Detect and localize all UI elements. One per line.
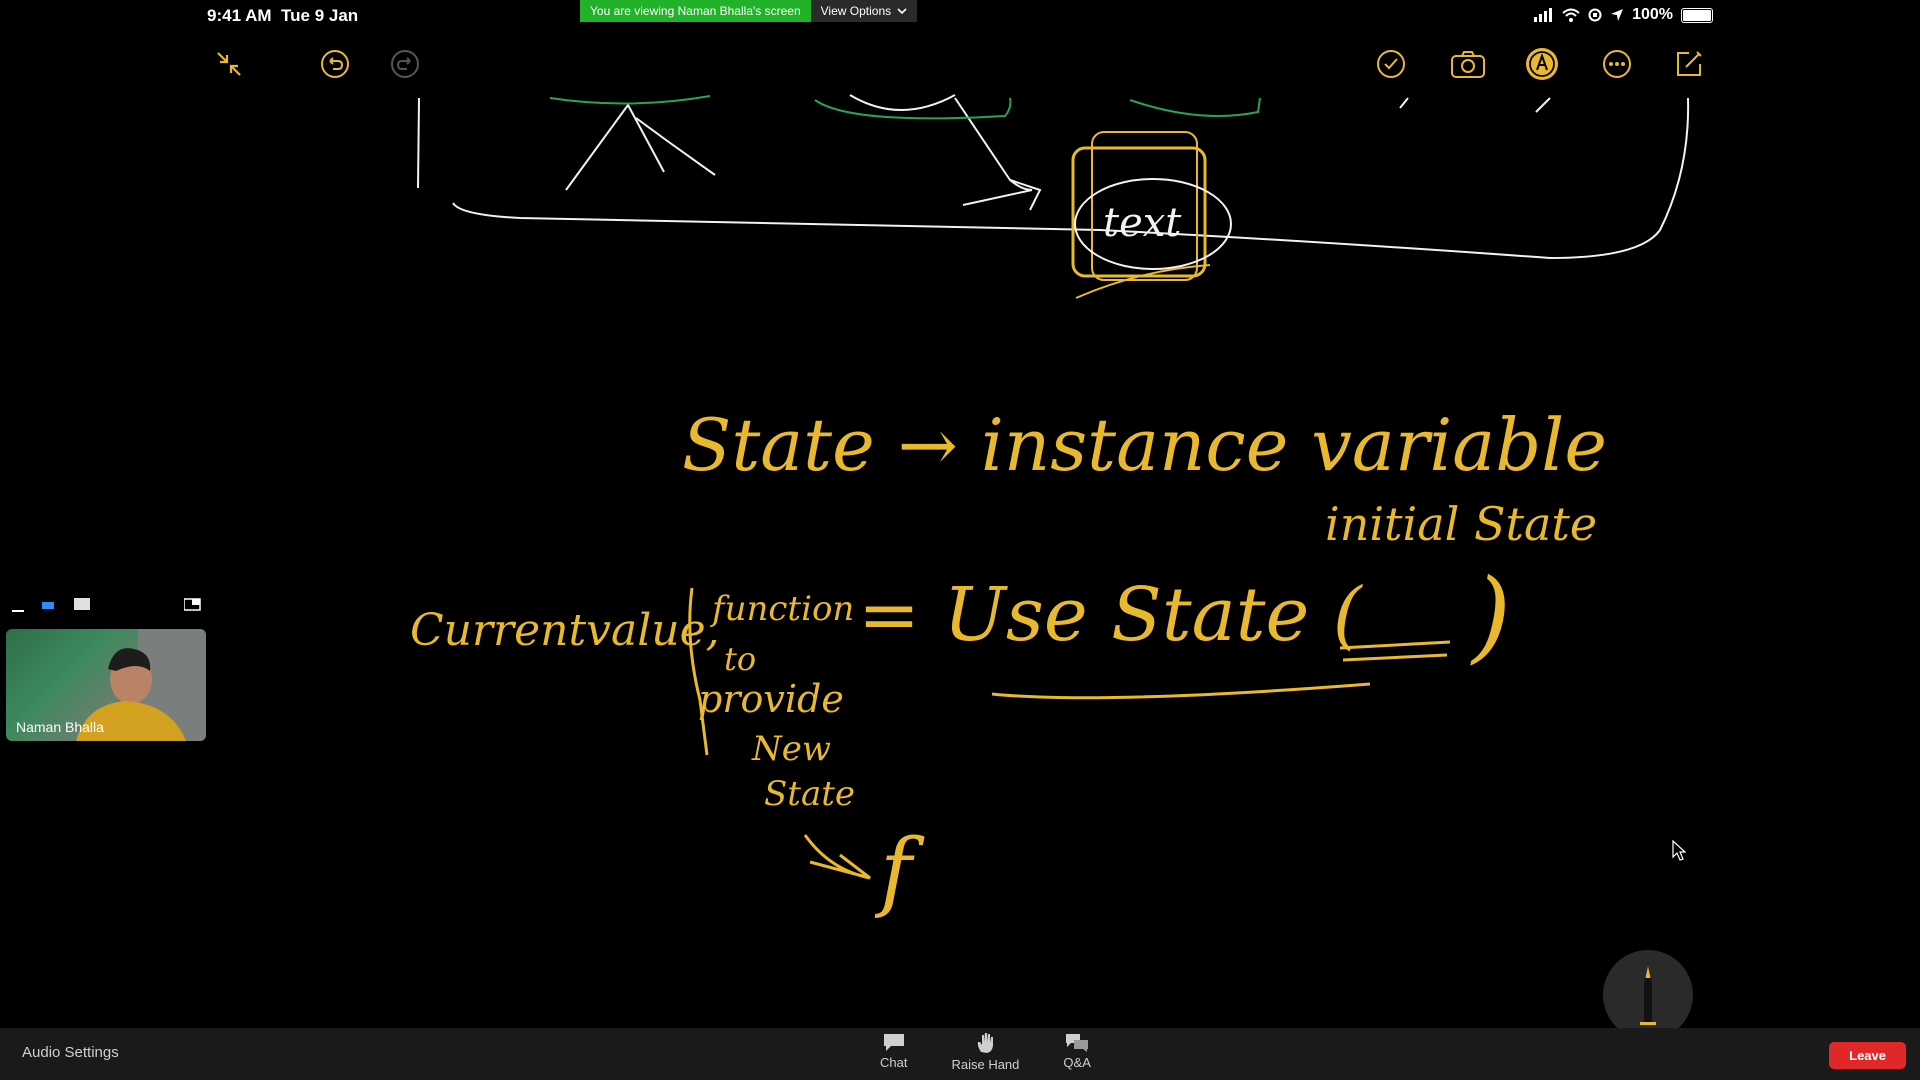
participant-video[interactable]: Naman Bhalla: [6, 629, 206, 741]
qa-label: Q&A: [1063, 1055, 1091, 1070]
meeting-controls-bar: Audio Settings Chat Raise Hand Q&A Leave: [0, 1028, 1920, 1080]
initial-state-label: initial State: [1325, 497, 1597, 551]
function-text: function: [709, 589, 854, 629]
current-value-text: Currentvalue,: [410, 605, 720, 656]
audio-settings-button[interactable]: Audio Settings: [22, 1044, 119, 1061]
pencil-tool-button[interactable]: [1603, 950, 1693, 1040]
qa-button[interactable]: Q&A: [1063, 1032, 1091, 1072]
full-view-icon[interactable]: [74, 598, 92, 612]
qa-icon: [1066, 1034, 1089, 1052]
raise-hand-label: Raise Hand: [951, 1057, 1020, 1072]
hand-icon: [978, 1033, 994, 1053]
box-text: text: [1103, 200, 1182, 246]
text-box-drawing: text: [1071, 131, 1232, 299]
new-text: New: [751, 729, 831, 769]
top-green-marks: [549, 95, 1261, 120]
provide-text: provide: [698, 677, 844, 721]
video-only-icon[interactable]: [42, 600, 56, 612]
pencil-icon: [1640, 966, 1656, 1025]
chat-icon: [883, 1034, 904, 1051]
participant-name: Naman Bhalla: [16, 719, 104, 735]
expand-icon[interactable]: [184, 598, 202, 612]
to-text: to: [724, 640, 756, 678]
chat-label: Chat: [880, 1055, 908, 1070]
state-text: State: [764, 774, 855, 814]
fn-glyph: f: [874, 821, 925, 921]
minimize-icon[interactable]: [12, 602, 26, 614]
handwriting: State → instance variable initial State …: [410, 403, 1607, 921]
leave-button[interactable]: Leave: [1829, 1042, 1906, 1069]
close-paren-text: ): [1470, 557, 1511, 674]
line-state-instance: State → instance variable: [682, 403, 1607, 487]
whiteboard-canvas[interactable]: text State → instance variable initial S…: [0, 0, 1920, 1028]
top-sketch: [417, 94, 1690, 260]
thumbnail-controls: [8, 598, 204, 614]
mouse-cursor-icon: [1672, 840, 1686, 861]
chat-button[interactable]: Chat: [880, 1032, 907, 1072]
raise-hand-button[interactable]: Raise Hand: [951, 1032, 1019, 1072]
center-controls: Chat Raise Hand Q&A: [880, 1032, 1091, 1072]
use-state-text: = Use State (: [858, 572, 1364, 658]
